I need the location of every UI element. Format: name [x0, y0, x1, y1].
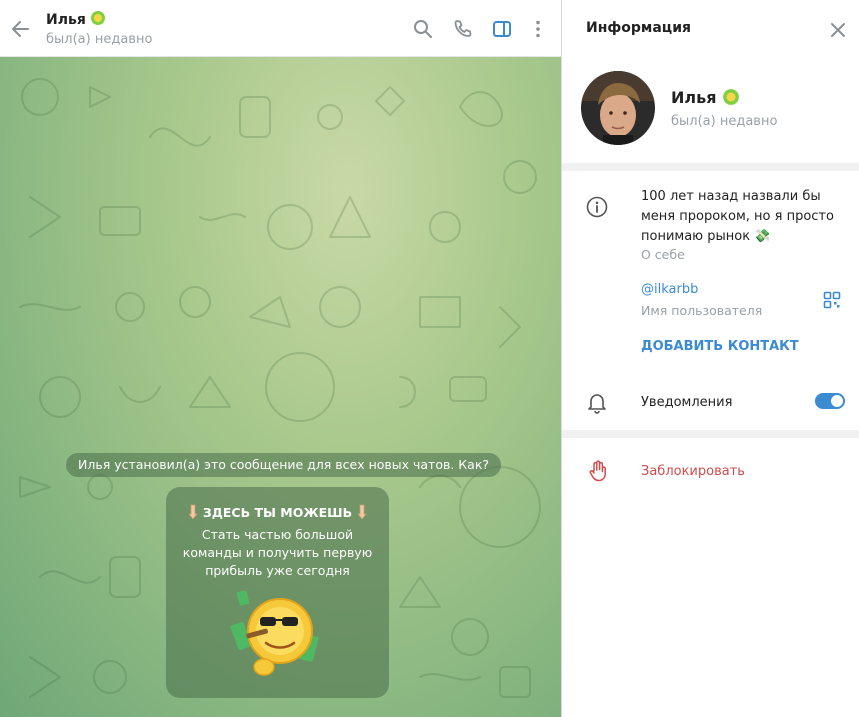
notifications-toggle[interactable] — [815, 393, 845, 409]
chat-title-text: Илья — [46, 12, 86, 28]
phone-icon[interactable] — [452, 18, 474, 40]
pointing-down-icon — [186, 504, 200, 520]
info-icon — [586, 196, 608, 218]
promo-message: ЗДЕСЬ ТЫ МОЖЕШЬ Стать частью большой ком… — [166, 487, 389, 698]
qr-code-icon[interactable] — [823, 291, 841, 309]
info-details: 100 лет назад назвали бы меня пророком, … — [562, 171, 859, 430]
chat-background: Илья установил(а) это сообщение для всех… — [0, 57, 561, 717]
chat-status: был(а) недавно — [46, 32, 153, 47]
block-hand-icon — [588, 460, 608, 482]
pointing-down-icon — [355, 504, 369, 520]
username-label: Имя пользователя — [641, 303, 763, 318]
profile-status: был(а) недавно — [671, 114, 778, 129]
close-icon[interactable] — [828, 20, 848, 40]
chat-area: Илья был(а) недавно Илья установил(а) эт… — [0, 0, 561, 717]
service-message[interactable]: Илья установил(а) это сообщение для всех… — [66, 453, 502, 477]
sidebar-toggle-icon[interactable] — [491, 18, 513, 40]
add-contact-button[interactable]: ДОБАВИТЬ КОНТАКТ — [641, 339, 799, 354]
promo-text: Стать частью большой команды и получить … — [182, 527, 373, 578]
about-text: 100 лет назад назвали бы меня пророком, … — [641, 189, 834, 244]
promo-title: ЗДЕСЬ ТЫ МОЖЕШЬ — [166, 504, 389, 520]
money-smiley-sticker-icon[interactable] — [230, 587, 330, 687]
info-actions: Заблокировать — [562, 438, 859, 717]
info-panel-title: Информация — [586, 20, 691, 36]
chat-title[interactable]: Илья — [46, 10, 106, 28]
profile-name-text: Илья — [671, 88, 717, 107]
profile-name: Илья — [671, 88, 740, 107]
bell-icon — [587, 392, 607, 414]
about-label: О себе — [641, 247, 685, 262]
more-vertical-icon[interactable] — [527, 18, 549, 40]
avatar[interactable] — [581, 71, 655, 145]
toggle-knob — [830, 394, 844, 408]
username-link[interactable]: @ilkarbb — [641, 282, 698, 297]
info-panel: Информация Илья был(а) недавно 100 лет н… — [561, 0, 859, 717]
promo-title-text: ЗДЕСЬ ТЫ МОЖЕШЬ — [202, 504, 353, 520]
premium-badge-icon — [90, 10, 106, 26]
info-header: Информация Илья был(а) недавно — [562, 0, 859, 163]
premium-badge-icon — [722, 88, 740, 106]
chat-header: Илья был(а) недавно — [0, 0, 561, 57]
back-arrow-icon[interactable] — [8, 16, 34, 42]
notifications-label: Уведомления — [641, 395, 733, 410]
block-user-button[interactable]: Заблокировать — [641, 464, 745, 479]
search-icon[interactable] — [412, 18, 434, 40]
